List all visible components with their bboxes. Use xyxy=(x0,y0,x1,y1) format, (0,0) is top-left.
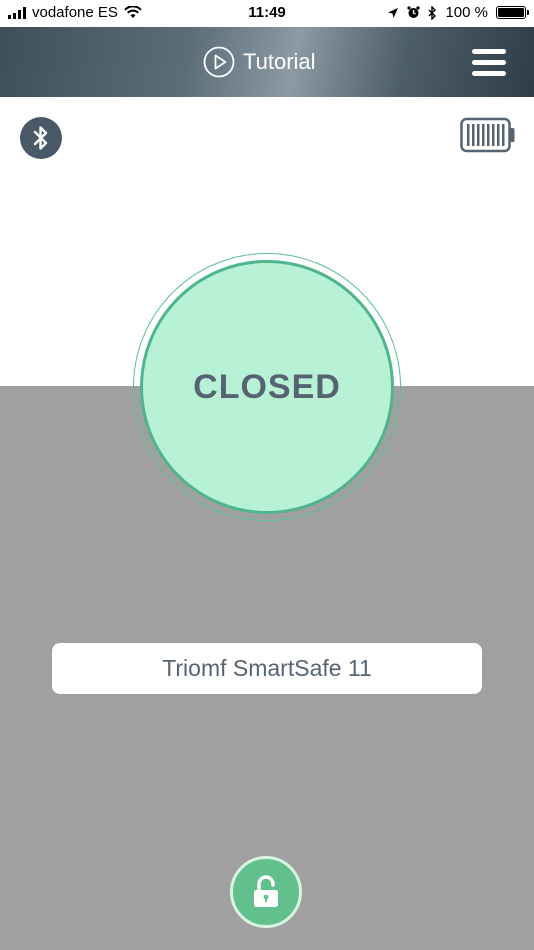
battery-icon xyxy=(460,117,515,153)
tutorial-button[interactable]: Tutorial xyxy=(203,46,316,78)
unlock-button[interactable] xyxy=(230,856,302,928)
device-name-field[interactable]: Triomf SmartSafe 11 xyxy=(52,643,482,694)
play-icon xyxy=(203,46,235,78)
lock-status-indicator: CLOSED xyxy=(140,260,394,514)
status-bar-right: 100 % xyxy=(387,4,529,21)
device-name-label: Triomf SmartSafe 11 xyxy=(162,655,372,681)
bluetooth-icon xyxy=(428,5,437,20)
bluetooth-button[interactable] xyxy=(20,117,62,159)
app-header: Tutorial xyxy=(0,27,534,97)
unlock-icon xyxy=(254,875,278,907)
battery-percent: 100 % xyxy=(445,4,488,21)
tutorial-label: Tutorial xyxy=(243,49,316,74)
battery-icon xyxy=(496,6,529,19)
alarm-icon xyxy=(407,6,421,18)
menu-icon[interactable] xyxy=(472,49,506,79)
lock-status-text: CLOSED xyxy=(193,367,341,406)
status-bar: vodafone ES 11:49 100 % xyxy=(0,0,534,27)
bluetooth-icon xyxy=(33,126,48,150)
location-icon xyxy=(388,7,399,18)
